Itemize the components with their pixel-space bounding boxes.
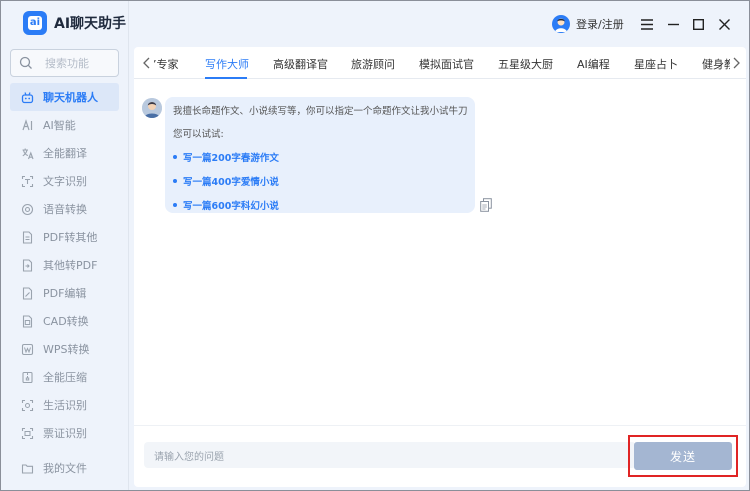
sidebar-item-ticket-scan[interactable]: 票证识别 (10, 419, 119, 447)
ocr-icon (20, 174, 34, 188)
sidebar-item-pdf-to-other[interactable]: PDF转其他 (10, 223, 119, 251)
menu-icon[interactable] (640, 17, 654, 31)
sidebar-item-label: 生活识别 (43, 399, 87, 412)
sidebar-item-label: PDF编辑 (43, 287, 87, 300)
send-highlight: 发送 (628, 435, 738, 477)
sidebar-item-label: 文字识别 (43, 175, 87, 188)
minimize-icon[interactable] (666, 17, 680, 31)
sidebar-item-label: 全能压缩 (43, 371, 87, 384)
maximize-icon[interactable] (691, 17, 705, 31)
suggestion-text: 写一篇400字爱情小说 (183, 177, 279, 188)
tab-translator[interactable]: 高级翻译官 (273, 56, 328, 72)
assistant-avatar (142, 98, 162, 118)
sidebar-item-label: 聊天机器人 (43, 91, 98, 104)
sidebar-item-life-scan[interactable]: 生活识别 (10, 391, 119, 419)
suggestion-item[interactable]: 写一篇400字爱情小说 (173, 174, 467, 188)
search-input[interactable]: 搜索功能 (10, 49, 119, 77)
tab-chef[interactable]: 五星级大厨 (498, 56, 553, 72)
sidebar-item-label: 全能翻译 (43, 147, 87, 160)
chevron-right-icon[interactable] (731, 55, 743, 71)
pdf-icon (20, 230, 34, 244)
sidebar-item-wps[interactable]: WPS转换 (10, 335, 119, 363)
robot-icon (20, 90, 34, 104)
sidebar-item-label: 我的文件 (43, 462, 87, 475)
sidebar: ai AI聊天助手 搜索功能 聊天机器人 AI智能 全能翻译 文字识别 语音转换… (1, 1, 129, 490)
suggestion-item[interactable]: 写一篇600字科幻小说 (173, 198, 467, 212)
try-label: 您可以试试: (173, 129, 224, 140)
sidebar-item-label: CAD转换 (43, 315, 89, 328)
assistant-tabs: ’专家 写作大师 高级翻译官 旅游顾问 模拟面试官 五星级大厨 AI编程 星座占… (134, 47, 746, 79)
voice-icon (20, 202, 34, 216)
pdf-edit-icon (20, 286, 34, 300)
sidebar-item-label: 其他转PDF (43, 259, 98, 272)
to-pdf-icon (20, 258, 34, 272)
send-button[interactable]: 发送 (634, 442, 732, 470)
translate-icon (20, 146, 34, 160)
sidebar-item-voice[interactable]: 语音转换 (10, 195, 119, 223)
close-icon[interactable] (717, 17, 731, 31)
tab-astrology[interactable]: 星座占卜 (634, 56, 678, 72)
tab-mock-interviewer[interactable]: 模拟面试官 (419, 56, 474, 72)
folder-icon (20, 461, 34, 475)
app-title: AI聊天助手 (54, 16, 127, 32)
assistant-message: 我擅长命题作文、小说续写等，你可以指定一个命题作文让我小试牛刀 您可以试试: 写… (165, 97, 475, 213)
brand: ai AI聊天助手 (23, 11, 126, 35)
chevron-left-icon[interactable] (140, 55, 152, 71)
app-logo-icon: ai (23, 11, 47, 35)
sidebar-item-label: 语音转换 (43, 203, 87, 216)
input-area: 请输入您的问题 发送 (134, 425, 746, 487)
wps-icon (20, 342, 34, 356)
tab-fitness-coach[interactable]: 健身教练 (702, 56, 730, 72)
question-input[interactable]: 请输入您的问题 (144, 442, 636, 468)
sidebar-item-chatbot[interactable]: 聊天机器人 (10, 83, 119, 111)
sidebar-item-pdf-edit[interactable]: PDF编辑 (10, 279, 119, 307)
search-placeholder: 搜索功能 (45, 57, 89, 70)
tab-ai-programming[interactable]: AI编程 (577, 56, 610, 72)
sidebar-item-other-to-pdf[interactable]: 其他转PDF (10, 251, 119, 279)
question-placeholder: 请输入您的问题 (154, 451, 224, 463)
login-button[interactable]: 登录/注册 (552, 15, 624, 33)
tab-travel-advisor[interactable]: 旅游顾问 (351, 56, 395, 72)
sidebar-menu: 聊天机器人 AI智能 全能翻译 文字识别 语音转换 PDF转其他 其他转PDF … (10, 83, 119, 475)
login-label: 登录/注册 (576, 18, 624, 31)
sidebar-item-my-files[interactable]: 我的文件 (10, 454, 119, 482)
app-window: ai AI聊天助手 搜索功能 聊天机器人 AI智能 全能翻译 文字识别 语音转换… (0, 0, 750, 491)
bullet-icon (173, 179, 177, 183)
sidebar-item-label: PDF转其他 (43, 231, 98, 244)
sidebar-item-ai[interactable]: AI智能 (10, 111, 119, 139)
user-avatar-icon (552, 15, 570, 33)
bullet-icon (173, 203, 177, 207)
ticket-scan-icon (20, 426, 34, 440)
sidebar-item-label: WPS转换 (43, 343, 90, 356)
suggestion-text: 写一篇200字春游作文 (183, 153, 279, 164)
sidebar-item-label: AI智能 (43, 119, 76, 132)
compress-icon (20, 370, 34, 384)
ai-icon (20, 118, 34, 132)
assistant-intro-text: 我擅长命题作文、小说续写等，你可以指定一个命题作文让我小试牛刀 (173, 106, 468, 117)
title-bar: 登录/注册 (134, 7, 746, 41)
copy-icon[interactable] (480, 198, 492, 212)
main-panel: ’专家 写作大师 高级翻译官 旅游顾问 模拟面试官 五星级大厨 AI编程 星座占… (134, 47, 746, 487)
tab-expert[interactable]: ’专家 (153, 56, 179, 72)
suggestion-text: 写一篇600字科幻小说 (183, 201, 279, 212)
life-scan-icon (20, 398, 34, 412)
sidebar-item-translate[interactable]: 全能翻译 (10, 139, 119, 167)
sidebar-item-ocr[interactable]: 文字识别 (10, 167, 119, 195)
logo-text: ai (27, 16, 43, 30)
bullet-icon (173, 155, 177, 159)
tab-writing-master[interactable]: 写作大师 (205, 56, 249, 72)
search-icon (19, 56, 32, 69)
sidebar-item-compress[interactable]: 全能压缩 (10, 363, 119, 391)
sidebar-item-cad[interactable]: CAD转换 (10, 307, 119, 335)
suggestion-item[interactable]: 写一篇200字春游作文 (173, 150, 467, 164)
active-tab-indicator (205, 77, 247, 79)
cad-icon (20, 314, 34, 328)
sidebar-item-label: 票证识别 (43, 427, 87, 440)
